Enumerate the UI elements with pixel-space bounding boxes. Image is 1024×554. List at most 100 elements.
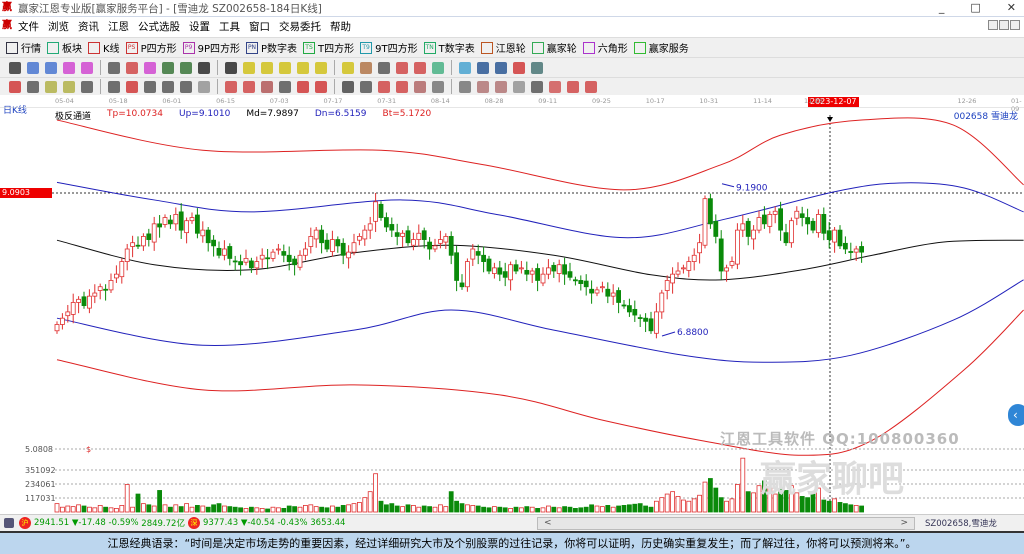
drawing-tool-icon-3[interactable] [63,80,75,93]
drawing-tool-icon-15[interactable] [297,80,309,93]
chart-tool-icon-1[interactable] [27,61,39,74]
maximize-button[interactable]: □ [970,1,980,14]
chart-tool-icon-26[interactable] [513,61,525,74]
horizontal-scrollbar[interactable]: < > [537,517,915,530]
chart-tool-icon-25[interactable] [495,61,507,74]
toolbar-button-8[interactable]: TN T数字表 [423,40,475,55]
chart-tool-icon-0[interactable] [9,61,21,74]
minimize-button[interactable]: _ [939,1,945,14]
drawing-tool-icon-12[interactable] [243,80,255,93]
drawing-tool-icon-14[interactable] [279,80,291,93]
chart-tool-icon-16[interactable] [315,61,327,74]
menu-item-4[interactable]: 公式选股 [138,19,180,34]
scroll-right-button[interactable]: > [900,518,908,528]
toolbar-button-0[interactable]: 行情 [6,40,41,55]
volume-bar [416,506,422,513]
drawing-tool-icon-16[interactable] [315,80,327,93]
mdi-close-button[interactable] [1010,20,1020,30]
mdi-restore-button[interactable] [999,20,1009,30]
menu-item-7[interactable]: 窗口 [249,19,270,34]
chart-tool-icon-18[interactable] [360,61,372,74]
drawing-tool-icon-25[interactable] [495,80,507,93]
chart-tool-icon-22[interactable] [432,61,444,74]
volume-bar [238,507,244,513]
drawing-tool-icon-27[interactable] [531,80,543,93]
toolbar-button-9[interactable]: 江恩轮 [480,40,526,55]
menu-item-6[interactable]: 工具 [219,19,240,34]
close-button[interactable]: ✕ [1007,1,1016,14]
chart-tool-icon-8[interactable] [162,61,174,74]
drawing-tool-icon-13[interactable] [261,80,273,93]
drawing-tool-icon-9[interactable] [180,80,192,93]
chart-tool-icon-12[interactable] [243,61,255,74]
mdi-minimize-button[interactable] [988,20,998,30]
drawing-tool-icon-26[interactable] [513,80,525,93]
toolbar-button-7[interactable]: T9 9T四方形 [360,40,418,55]
toolbar-button-11[interactable]: 六角形 [582,40,628,55]
band-line-dn [56,279,1024,363]
drawing-tool-icon-11[interactable] [225,80,237,93]
calculator-icon[interactable] [4,518,14,528]
chart-tool-icon-19[interactable] [378,61,390,74]
toolbar-button-6[interactable]: TS T四方形 [303,40,354,55]
drawing-tool-icon-23[interactable] [459,80,471,93]
drawing-tool-icon-4[interactable] [81,80,93,93]
volume-bar [178,506,184,513]
drawing-tool-icon-5[interactable] [108,80,120,93]
toolbar-button-2[interactable]: K线 [88,40,120,55]
drawing-tool-icon-6[interactable] [126,80,138,93]
drawing-tool-icon-2[interactable] [45,80,57,93]
chart-tool-icon-21[interactable] [414,61,426,74]
toolbar-button-12[interactable]: 赢家服务 [633,40,689,55]
scroll-left-button[interactable]: < [544,518,552,528]
chart-tool-icon-14[interactable] [279,61,291,74]
drawing-tool-icon-1[interactable] [27,80,39,93]
drawing-tool-icon-17[interactable] [342,80,354,93]
chart-tool-icon-23[interactable] [459,61,471,74]
chart-tool-icon-9[interactable] [180,61,192,74]
chart-tool-icon-15[interactable] [297,61,309,74]
toolbar-button-4[interactable]: P9 9P四方形 [182,40,240,55]
candle-body [302,248,308,256]
menu-item-9[interactable]: 帮助 [330,19,351,34]
toolbar-button-3[interactable]: PS P四方形 [125,40,177,55]
drawing-tool-icon-20[interactable] [396,80,408,93]
drawing-tool-icon-0[interactable] [9,80,21,93]
drawing-tool-icon-24[interactable] [477,80,489,93]
side-panel-toggle-button[interactable]: ‹ [1008,404,1024,426]
drawing-tool-icon-8[interactable] [162,80,174,93]
chart-tool-icon-3[interactable] [63,61,75,74]
chart-tool-icon-7[interactable] [144,61,156,74]
toolbar-button-1[interactable]: 板块 [47,40,82,55]
menu-item-0[interactable]: 文件 [18,19,39,34]
chart-tool-icon-6[interactable] [126,61,138,74]
drawing-tool-icon-28[interactable] [549,80,561,93]
menu-item-5[interactable]: 设置 [189,19,210,34]
drawing-tool-icon-10[interactable] [198,80,210,93]
chart-tool-icon-2[interactable] [45,61,57,74]
chart-tool-icon-11[interactable] [225,61,237,74]
volume-tick: 234061 [25,480,56,489]
menu-item-1[interactable]: 浏览 [48,19,69,34]
chart-tool-icon-5[interactable] [108,61,120,74]
menu-item-2[interactable]: 资讯 [78,19,99,34]
toolbar-button-10[interactable]: 赢家轮 [531,40,577,55]
chart-tool-icon-27[interactable] [531,61,543,74]
drawing-tool-icon-7[interactable] [144,80,156,93]
menu-item-3[interactable]: 江恩 [108,19,129,34]
drawing-tool-icon-30[interactable] [585,80,597,93]
drawing-tool-icon-19[interactable] [378,80,390,93]
menu-item-8[interactable]: 交易委托 [279,19,321,34]
chart-tool-icon-20[interactable] [396,61,408,74]
drawing-tool-icon-21[interactable] [414,80,426,93]
drawing-tool-icon-22[interactable] [432,80,444,93]
chart-tool-icon-17[interactable] [342,61,354,74]
toolbar-button-5[interactable]: PN P数字表 [246,40,297,55]
chart-tool-icon-4[interactable] [81,61,93,74]
chart-tool-icon-24[interactable] [477,61,489,74]
drawing-tool-icon-18[interactable] [360,80,372,93]
candle-body [724,267,729,272]
chart-tool-icon-13[interactable] [261,61,273,74]
chart-tool-icon-10[interactable] [198,61,210,74]
drawing-tool-icon-29[interactable] [567,80,579,93]
